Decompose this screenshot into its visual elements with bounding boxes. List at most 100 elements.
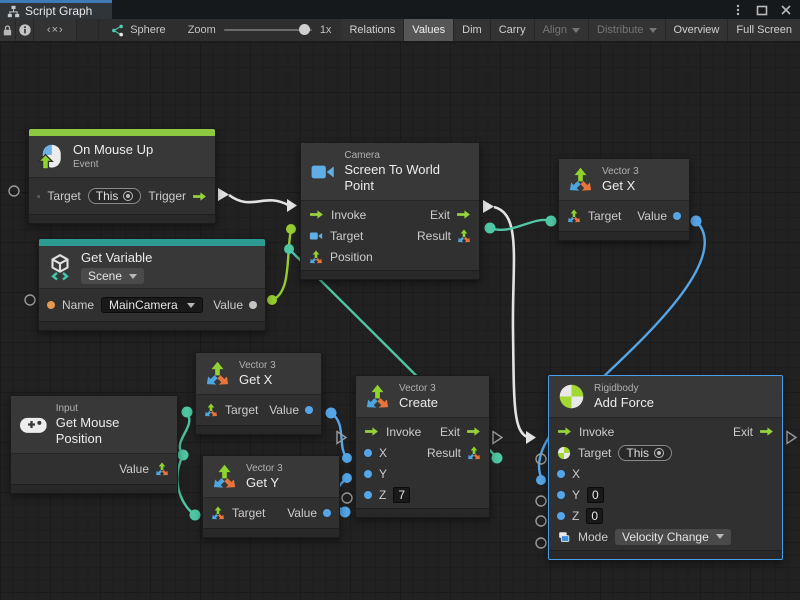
zoom-slider-handle[interactable] [299, 24, 310, 35]
gameobject-icon [37, 189, 40, 204]
vector3-icon [309, 250, 323, 264]
node-on-mouse-up[interactable]: On Mouse Up Event Target This Trigger [28, 128, 216, 224]
window-close-button[interactable] [778, 2, 794, 18]
overview-button[interactable]: Overview [666, 19, 729, 41]
zoom-label: Zoom [188, 24, 216, 36]
target-label: Target [330, 229, 363, 243]
node-footer [559, 231, 689, 240]
float-port-dot [364, 470, 372, 478]
kebab-menu-icon [732, 4, 744, 16]
node-title: Get X [602, 178, 639, 194]
node-footer [301, 270, 479, 279]
vector3-icon [365, 384, 390, 409]
invoke-label: Invoke [331, 208, 366, 222]
node-footer [196, 425, 321, 434]
node-category: Vector 3 [399, 382, 438, 395]
window-maximize-button[interactable] [754, 2, 770, 18]
float-port-dot [364, 449, 372, 457]
code-view-button[interactable]: ‹×› [34, 19, 77, 41]
relations-button[interactable]: Relations [341, 19, 404, 41]
object-picker-icon [654, 448, 664, 458]
node-title: On Mouse Up [73, 142, 153, 158]
node-get-y[interactable]: Vector 3 Get Y Target Value [202, 455, 340, 538]
distribute-dropdown[interactable]: Distribute [589, 19, 665, 41]
node-title: Get X [239, 372, 276, 388]
node-footer [29, 214, 215, 223]
target-label: Target [232, 506, 265, 520]
flow-arrow-icon [364, 426, 379, 437]
node-title: Get Mouse Position [56, 415, 168, 447]
node-footer [11, 484, 177, 493]
float-port-dot [305, 406, 313, 414]
zoom-slider[interactable] [224, 29, 312, 31]
value-label: Value [269, 403, 299, 417]
graph-breadcrumb[interactable]: Sphere [99, 19, 177, 41]
camera-icon [310, 159, 335, 185]
inspect-button[interactable] [16, 19, 34, 41]
tab-script-graph[interactable]: Script Graph [0, 0, 112, 19]
node-vector3-create[interactable]: Vector 3 Create Invoke Exit X Result Y [355, 375, 490, 518]
node-get-variable[interactable]: Get Variable Scene Name MainCamera Value [38, 238, 266, 331]
position-label: Position [330, 250, 373, 264]
variable-name-dropdown[interactable]: MainCamera [101, 297, 203, 313]
target-this-pill[interactable]: This [618, 445, 672, 461]
node-footer [203, 528, 339, 537]
mode-dropdown[interactable]: Velocity Change [615, 529, 731, 545]
float-port-dot [364, 491, 372, 499]
chevron-down-icon [716, 534, 724, 539]
value-label: Value [119, 462, 149, 476]
node-title: Create [399, 395, 438, 411]
variable-colorbar [39, 239, 265, 246]
variable-scope-dropdown[interactable]: Scene [81, 268, 144, 284]
exit-label: Exit [440, 425, 460, 439]
align-label: Align [543, 24, 567, 36]
node-footer [356, 508, 489, 517]
float-port-dot [557, 512, 565, 520]
align-dropdown[interactable]: Align [535, 19, 589, 41]
chevron-down-icon [572, 28, 580, 33]
name-label: Name [62, 298, 94, 312]
target-label: Target [588, 209, 621, 223]
node-screen-to-world-point[interactable]: Camera Screen To World Point Invoke Exit… [300, 142, 480, 280]
z-label: Z [379, 488, 386, 502]
node-get-x-mid[interactable]: Vector 3 Get X Target Value [195, 352, 322, 435]
node-footer [549, 550, 782, 559]
scope-value: Scene [88, 269, 122, 283]
fullscreen-button[interactable]: Full Screen [728, 19, 800, 41]
z-value-field[interactable]: 0 [586, 508, 603, 524]
chevron-down-icon [129, 274, 137, 279]
graph-root-icon [111, 24, 124, 37]
x-label: X [572, 467, 580, 481]
mode-label: Mode [578, 530, 608, 544]
node-add-force[interactable]: Rigidbody Add Force Invoke Exit Target T… [548, 375, 783, 560]
node-category: Vector 3 [246, 462, 283, 475]
flow-arrow-icon [456, 209, 471, 220]
tab-title: Script Graph [25, 4, 92, 18]
value-label: Value [287, 506, 317, 520]
node-get-mouse-position[interactable]: Input Get Mouse Position Value [10, 395, 178, 494]
y-value-field[interactable]: 0 [587, 487, 604, 503]
mode-value: Velocity Change [622, 530, 709, 544]
graph-toolbar: ‹×› Sphere Zoom 1x Relations Values Dim … [0, 19, 800, 42]
values-button[interactable]: Values [404, 19, 454, 41]
carry-button[interactable]: Carry [491, 19, 535, 41]
node-title: Get Y [246, 475, 283, 491]
value-label: Value [213, 298, 243, 312]
window-menu-button[interactable] [730, 2, 746, 18]
lock-button[interactable] [0, 19, 16, 41]
info-icon [18, 23, 32, 37]
vector3-icon [211, 506, 225, 520]
camera-type-icon [309, 229, 323, 243]
float-port-dot [673, 212, 681, 220]
float-port-dot [557, 470, 565, 478]
z-value-field[interactable]: 7 [393, 487, 410, 503]
target-this-pill[interactable]: This [88, 188, 142, 204]
y-label: Y [379, 467, 387, 481]
distribute-label: Distribute [597, 24, 643, 36]
dim-button[interactable]: Dim [454, 19, 491, 41]
node-get-x-top[interactable]: Vector 3 Get X Target Value [558, 158, 690, 241]
node-category: Input [56, 402, 168, 415]
float-port-dot [323, 509, 331, 517]
close-icon [780, 4, 792, 16]
vector3-icon [205, 361, 230, 386]
